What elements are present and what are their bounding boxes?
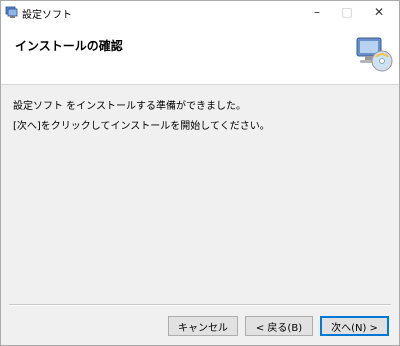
footer-divider (9, 304, 391, 306)
close-button[interactable]: ✕ (364, 1, 394, 23)
minimize-button[interactable]: – (302, 1, 332, 23)
ready-message: 設定ソフト をインストールする準備ができました。 (13, 101, 246, 112)
window-title: 設定ソフト (22, 10, 72, 21)
banner-header: インストールの確認 (1, 23, 399, 85)
installer-window: 設定ソフト – □ ✕ インストールの確認 設定ソフト をインストールする準備が… (0, 0, 400, 346)
next-button[interactable]: 次へ(N) > (320, 316, 389, 336)
maximize-button[interactable]: □ (332, 1, 362, 23)
page-title: インストールの確認 (15, 39, 123, 53)
cancel-button[interactable]: キャンセル (168, 316, 238, 336)
back-button[interactable]: < 戻る(B) (245, 316, 313, 336)
instruction-message: [次へ]をクリックしてインストールを開始してください。 (13, 121, 270, 132)
title-bar[interactable]: 設定ソフト – □ ✕ (1, 1, 399, 23)
computer-cd-icon (356, 37, 393, 72)
installer-app-icon (5, 6, 18, 18)
